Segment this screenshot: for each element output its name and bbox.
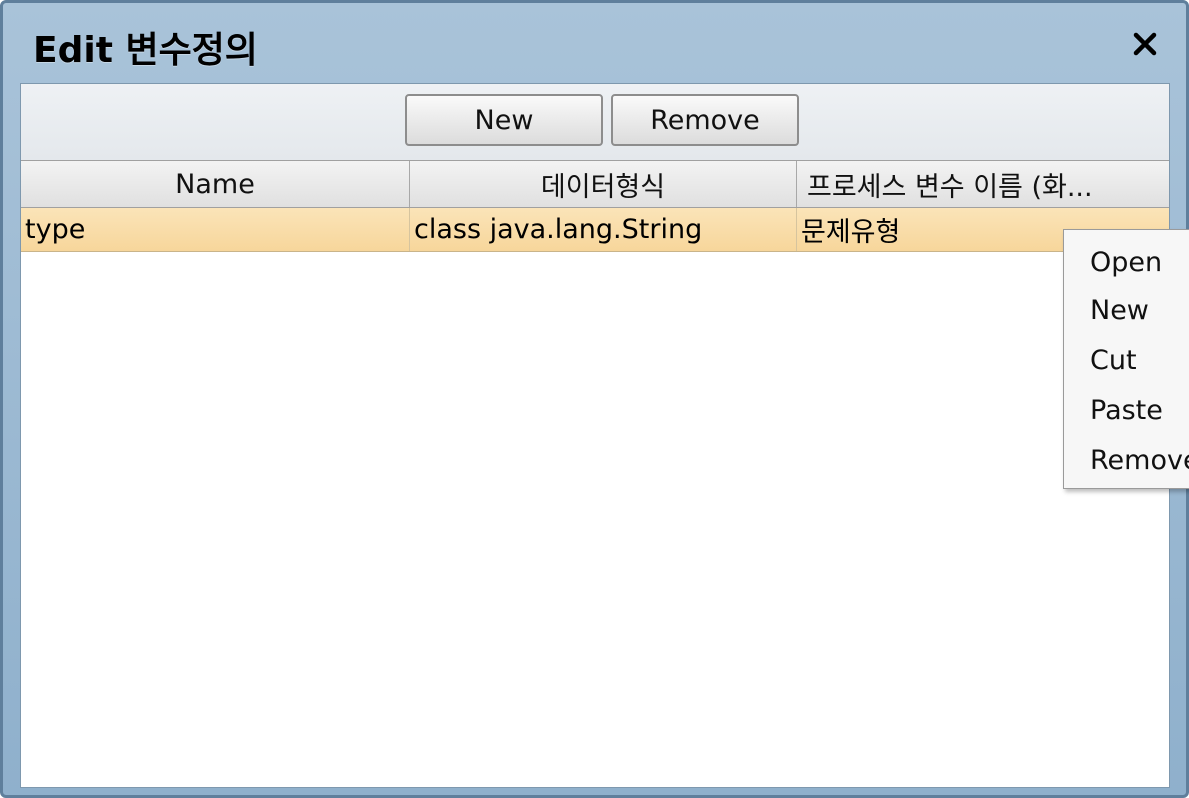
table-header: Name 데이터형식 프로세스 변수 이름 (화... xyxy=(21,160,1169,208)
close-icon xyxy=(1132,31,1158,57)
title-bar[interactable]: Edit 변수정의 xyxy=(3,3,1186,83)
menu-item-open[interactable]: Open xyxy=(1064,238,1189,286)
edit-variable-dialog: Edit 변수정의 New Remove Name 데이터형식 프로세스 변수 … xyxy=(0,0,1189,798)
cell-data-type[interactable]: class java.lang.String xyxy=(410,208,797,251)
new-button[interactable]: New xyxy=(405,94,603,146)
context-menu: Open New Cut Paste Remove xyxy=(1063,229,1189,489)
cell-name[interactable]: type xyxy=(21,208,410,251)
remove-button[interactable]: Remove xyxy=(611,94,799,146)
column-header-data-type[interactable]: 데이터형식 xyxy=(410,161,797,207)
toolbar: New Remove xyxy=(21,84,1169,160)
menu-item-cut[interactable]: Cut xyxy=(1064,336,1189,384)
dialog-content: New Remove Name 데이터형식 프로세스 변수 이름 (화... t… xyxy=(20,83,1170,788)
column-header-name[interactable]: Name xyxy=(21,161,410,207)
menu-item-paste[interactable]: Paste xyxy=(1064,386,1189,434)
menu-item-remove[interactable]: Remove xyxy=(1064,436,1189,484)
column-header-process-variable[interactable]: 프로세스 변수 이름 (화... xyxy=(797,161,1169,207)
menu-item-new[interactable]: New xyxy=(1064,286,1189,334)
dialog-title: Edit 변수정의 xyxy=(33,30,258,71)
variable-table: Name 데이터형식 프로세스 변수 이름 (화... type class j… xyxy=(21,160,1169,787)
close-button[interactable] xyxy=(1128,27,1162,61)
table-row[interactable]: type class java.lang.String 문제유형 xyxy=(21,208,1169,252)
